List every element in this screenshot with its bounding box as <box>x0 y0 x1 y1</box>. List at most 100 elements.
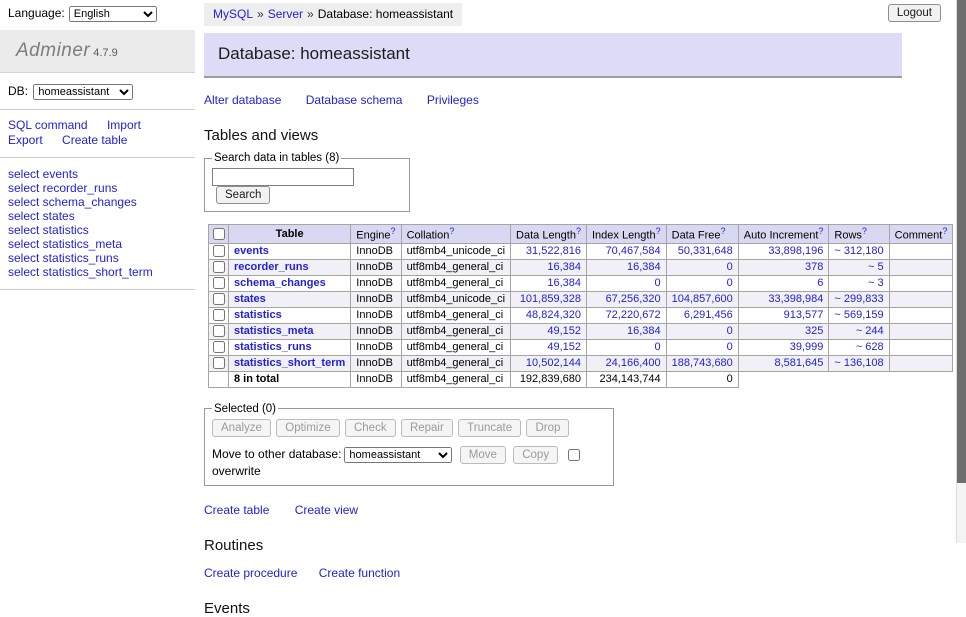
rows-cell[interactable]: ~ 299,833 <box>829 291 889 307</box>
routine-link-create-function[interactable]: Create function <box>319 566 400 580</box>
table-link-recorder_runs[interactable]: recorder_runs <box>234 261 309 273</box>
row-checkbox[interactable] <box>213 261 225 273</box>
move-button[interactable]: Move <box>460 446 506 464</box>
search-button[interactable]: Search <box>216 186 270 204</box>
help-icon[interactable]: ? <box>576 226 581 236</box>
db-select[interactable]: homeassistant <box>33 84 133 100</box>
data-free-cell[interactable]: 6,291,456 <box>666 307 738 323</box>
sidebar-item-select-recorder-runs[interactable]: select recorder_runs <box>8 181 187 195</box>
sidebar-item-select-schema-changes[interactable]: select schema_changes <box>8 195 187 209</box>
truncate-button[interactable]: Truncate <box>458 419 521 437</box>
data-length-cell[interactable]: 16,384 <box>511 259 587 275</box>
data-length-cell[interactable]: 49,152 <box>511 339 587 355</box>
sidebar-item-select-events[interactable]: select events <box>8 167 187 181</box>
language-select[interactable]: English <box>69 6 157 22</box>
copy-button[interactable]: Copy <box>513 446 558 464</box>
create-link-create-view[interactable]: Create view <box>295 503 358 517</box>
table-link-statistics_short_term[interactable]: statistics_short_term <box>234 357 345 369</box>
breadcrumb-link-mysql[interactable]: MySQL <box>213 7 253 21</box>
auto-increment-cell[interactable]: 33,398,984 <box>738 291 829 307</box>
data-free-cell[interactable]: 104,857,600 <box>666 291 738 307</box>
row-checkbox[interactable] <box>213 309 225 321</box>
help-icon[interactable]: ? <box>391 226 396 236</box>
sidebar-item-select-statistics-short-term[interactable]: select statistics_short_term <box>8 265 187 279</box>
data-free-cell[interactable]: 0 <box>666 275 738 291</box>
sidebar-item-select-states[interactable]: select states <box>8 209 187 223</box>
auto-increment-cell[interactable]: 913,577 <box>738 307 829 323</box>
index-length-cell[interactable]: 16,384 <box>586 323 666 339</box>
data-free-cell[interactable]: 50,331,648 <box>666 243 738 259</box>
data-length-cell[interactable]: 16,384 <box>511 275 587 291</box>
auto-increment-cell[interactable]: 6 <box>738 275 829 291</box>
rows-cell[interactable]: ~ 3 <box>829 275 889 291</box>
table-link-schema_changes[interactable]: schema_changes <box>234 277 326 289</box>
rows-cell[interactable]: ~ 628 <box>829 339 889 355</box>
help-icon[interactable]: ? <box>656 226 661 236</box>
row-checkbox[interactable] <box>213 293 225 305</box>
help-icon[interactable]: ? <box>721 226 726 236</box>
db-link-alter-database[interactable]: Alter database <box>204 93 281 107</box>
logout-button[interactable]: Logout <box>888 4 941 22</box>
sidebar-item-select-statistics-runs[interactable]: select statistics_runs <box>8 251 187 265</box>
index-length-cell[interactable]: 0 <box>586 339 666 355</box>
data-free-cell[interactable]: 188,743,680 <box>666 355 738 371</box>
select-all-checkbox[interactable] <box>213 228 225 240</box>
create-link-create-table[interactable]: Create table <box>204 503 269 517</box>
sidebar-action-create-table[interactable]: Create table <box>62 133 127 147</box>
index-length-cell[interactable]: 0 <box>586 275 666 291</box>
rows-cell[interactable]: ~ 5 <box>829 259 889 275</box>
data-length-cell[interactable]: 10,502,144 <box>511 355 587 371</box>
table-link-statistics_runs[interactable]: statistics_runs <box>234 341 312 353</box>
rows-cell[interactable]: ~ 569,159 <box>829 307 889 323</box>
move-database-select[interactable]: homeassistant <box>344 447 452 463</box>
vertical-scrollbar[interactable] <box>956 0 966 543</box>
index-length-cell[interactable]: 72,220,672 <box>586 307 666 323</box>
rows-cell[interactable]: ~ 136,108 <box>829 355 889 371</box>
index-length-cell[interactable]: 16,384 <box>586 259 666 275</box>
breadcrumb-link-server[interactable]: Server <box>268 7 303 21</box>
db-link-database-schema[interactable]: Database schema <box>306 93 403 107</box>
repair-button[interactable]: Repair <box>401 419 453 437</box>
data-free-cell[interactable]: 0 <box>666 339 738 355</box>
data-length-cell[interactable]: 31,522,816 <box>511 243 587 259</box>
row-checkbox[interactable] <box>213 341 225 353</box>
table-link-statistics_meta[interactable]: statistics_meta <box>234 325 314 337</box>
data-length-cell[interactable]: 48,824,320 <box>511 307 587 323</box>
sidebar-item-select-statistics-meta[interactable]: select statistics_meta <box>8 237 187 251</box>
optimize-button[interactable]: Optimize <box>276 419 339 437</box>
table-link-events[interactable]: events <box>234 245 269 257</box>
help-icon[interactable]: ? <box>942 226 947 236</box>
data-free-cell[interactable]: 0 <box>666 259 738 275</box>
scrollbar-thumb[interactable] <box>957 0 966 483</box>
data-length-cell[interactable]: 49,152 <box>511 323 587 339</box>
sidebar-item-select-statistics[interactable]: select statistics <box>8 223 187 237</box>
help-icon[interactable]: ? <box>449 226 454 236</box>
drop-button[interactable]: Drop <box>526 419 569 437</box>
analyze-button[interactable]: Analyze <box>212 419 271 437</box>
sidebar-action-sql-command[interactable]: SQL command <box>8 118 88 132</box>
auto-increment-cell[interactable]: 378 <box>738 259 829 275</box>
search-input[interactable] <box>212 168 354 186</box>
row-checkbox[interactable] <box>213 245 225 257</box>
help-icon[interactable]: ? <box>818 226 823 236</box>
sidebar-action-import[interactable]: Import <box>107 118 141 132</box>
sidebar-action-export[interactable]: Export <box>8 133 43 147</box>
table-link-states[interactable]: states <box>234 293 266 305</box>
overwrite-checkbox[interactable] <box>568 449 580 461</box>
db-link-privileges[interactable]: Privileges <box>427 93 479 107</box>
check-button[interactable]: Check <box>345 419 396 437</box>
auto-increment-cell[interactable]: 39,999 <box>738 339 829 355</box>
index-length-cell[interactable]: 24,166,400 <box>586 355 666 371</box>
rows-cell[interactable]: ~ 312,180 <box>829 243 889 259</box>
row-checkbox[interactable] <box>213 357 225 369</box>
auto-increment-cell[interactable]: 33,898,196 <box>738 243 829 259</box>
index-length-cell[interactable]: 70,467,584 <box>586 243 666 259</box>
help-icon[interactable]: ? <box>862 226 867 236</box>
data-free-cell[interactable]: 0 <box>666 323 738 339</box>
row-checkbox[interactable] <box>213 325 225 337</box>
data-length-cell[interactable]: 101,859,328 <box>511 291 587 307</box>
row-checkbox[interactable] <box>213 277 225 289</box>
routine-link-create-procedure[interactable]: Create procedure <box>204 566 297 580</box>
auto-increment-cell[interactable]: 325 <box>738 323 829 339</box>
rows-cell[interactable]: ~ 244 <box>829 323 889 339</box>
